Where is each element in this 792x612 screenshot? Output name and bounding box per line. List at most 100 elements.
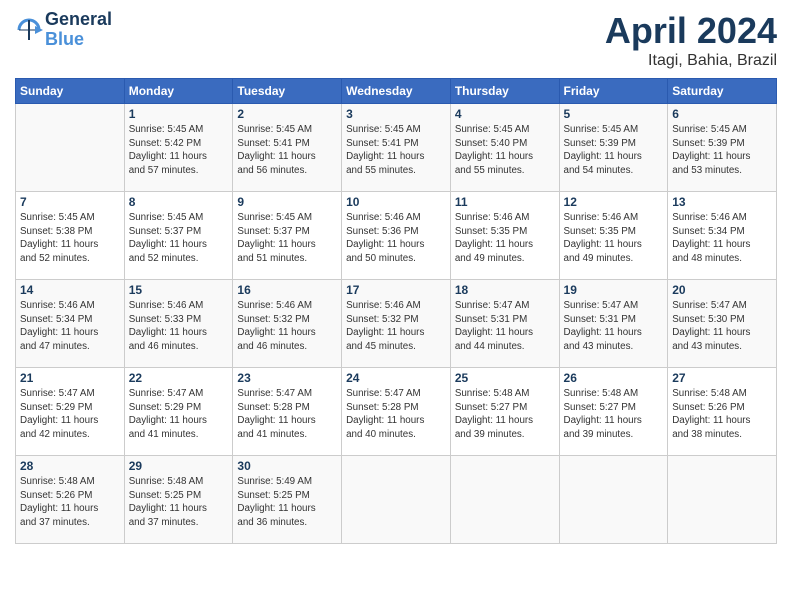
info-line-3: and 37 minutes. <box>129 517 199 528</box>
info-line-1: Sunset: 5:30 PM <box>672 314 744 325</box>
page-subtitle: Itagi, Bahia, Brazil <box>605 52 777 70</box>
day-info: Sunrise: 5:47 AMSunset: 5:31 PMDaylight:… <box>564 299 664 354</box>
calendar-table: Sunday Monday Tuesday Wednesday Thursday… <box>15 78 777 544</box>
info-line-3: and 44 minutes. <box>455 341 525 352</box>
day-info: Sunrise: 5:47 AMSunset: 5:29 PMDaylight:… <box>129 387 229 442</box>
info-line-1: Sunset: 5:25 PM <box>129 490 201 501</box>
info-line-0: Sunrise: 5:45 AM <box>237 212 312 223</box>
day-info: Sunrise: 5:47 AMSunset: 5:31 PMDaylight:… <box>455 299 555 354</box>
info-line-1: Sunset: 5:40 PM <box>455 138 527 149</box>
day-info: Sunrise: 5:45 AMSunset: 5:38 PMDaylight:… <box>20 211 120 266</box>
info-line-0: Sunrise: 5:45 AM <box>237 124 312 135</box>
day-number: 18 <box>455 283 555 297</box>
info-line-3: and 49 minutes. <box>564 253 634 264</box>
day-info: Sunrise: 5:45 AMSunset: 5:37 PMDaylight:… <box>129 211 229 266</box>
day-info: Sunrise: 5:46 AMSunset: 5:34 PMDaylight:… <box>20 299 120 354</box>
info-line-3: and 55 minutes. <box>346 165 416 176</box>
info-line-3: and 53 minutes. <box>672 165 742 176</box>
logo-text: General Blue <box>45 10 112 50</box>
info-line-2: Daylight: 11 hours <box>564 415 642 426</box>
info-line-3: and 51 minutes. <box>237 253 307 264</box>
info-line-0: Sunrise: 5:47 AM <box>455 300 530 311</box>
col-sunday: Sunday <box>16 79 125 104</box>
cell-w4-d5: 26 Sunrise: 5:48 AMSunset: 5:27 PMDayligh… <box>559 368 668 456</box>
day-info: Sunrise: 5:45 AMSunset: 5:41 PMDaylight:… <box>346 123 446 178</box>
day-number: 16 <box>237 283 337 297</box>
info-line-2: Daylight: 11 hours <box>346 239 424 250</box>
col-tuesday: Tuesday <box>233 79 342 104</box>
info-line-2: Daylight: 11 hours <box>564 239 642 250</box>
day-info: Sunrise: 5:47 AMSunset: 5:30 PMDaylight:… <box>672 299 772 354</box>
info-line-2: Daylight: 11 hours <box>237 503 315 514</box>
day-number: 13 <box>672 195 772 209</box>
page-title: April 2024 <box>605 10 777 52</box>
info-line-2: Daylight: 11 hours <box>346 415 424 426</box>
day-number: 9 <box>237 195 337 209</box>
info-line-0: Sunrise: 5:45 AM <box>129 212 204 223</box>
cell-w5-d2: 30Sunrise: 5:49 AMSunset: 5:25 PMDayligh… <box>233 456 342 544</box>
info-line-2: Daylight: 11 hours <box>346 327 424 338</box>
info-line-3: and 39 minutes. <box>564 429 634 440</box>
info-line-0: Sunrise: 5:45 AM <box>346 124 421 135</box>
day-number: 14 <box>20 283 120 297</box>
info-line-1: Sunset: 5:42 PM <box>129 138 201 149</box>
day-info: Sunrise: 5:46 AMSunset: 5:35 PMDaylight:… <box>455 211 555 266</box>
cell-w1-d0 <box>16 104 125 192</box>
day-info: Sunrise: 5:47 AMSunset: 5:28 PMDaylight:… <box>237 387 337 442</box>
cell-w3-d2: 16Sunrise: 5:46 AMSunset: 5:32 PMDayligh… <box>233 280 342 368</box>
title-section: April 2024 Itagi, Bahia, Brazil <box>605 10 777 70</box>
cell-w1-d6: 6Sunrise: 5:45 AMSunset: 5:39 PMDaylight… <box>668 104 777 192</box>
day-number: 4 <box>455 107 555 121</box>
day-info: Sunrise: 5:46 AMSunset: 5:36 PMDaylight:… <box>346 211 446 266</box>
day-info: Sunrise: 5:45 AMSunset: 5:39 PMDaylight:… <box>564 123 664 178</box>
day-number: 26 <box>564 371 664 385</box>
header-row: Sunday Monday Tuesday Wednesday Thursday… <box>16 79 777 104</box>
day-info: Sunrise: 5:45 AMSunset: 5:42 PMDaylight:… <box>129 123 229 178</box>
info-line-1: Sunset: 5:35 PM <box>455 226 527 237</box>
info-line-0: Sunrise: 5:45 AM <box>672 124 747 135</box>
info-line-3: and 56 minutes. <box>237 165 307 176</box>
day-number: 19 <box>564 283 664 297</box>
day-info: Sunrise: 5:47 AMSunset: 5:28 PMDaylight:… <box>346 387 446 442</box>
info-line-2: Daylight: 11 hours <box>455 327 533 338</box>
cell-w4-d6: 27Sunrise: 5:48 AMSunset: 5:26 PMDayligh… <box>668 368 777 456</box>
info-line-0: Sunrise: 5:46 AM <box>237 300 312 311</box>
info-line-2: Daylight: 11 hours <box>129 239 207 250</box>
cell-w4-d0: 21Sunrise: 5:47 AMSunset: 5:29 PMDayligh… <box>16 368 125 456</box>
cell-w3-d4: 18 Sunrise: 5:47 AMSunset: 5:31 PMDayligh… <box>450 280 559 368</box>
cell-w2-d6: 13Sunrise: 5:46 AMSunset: 5:34 PMDayligh… <box>668 192 777 280</box>
info-line-1: Sunset: 5:32 PM <box>237 314 309 325</box>
cell-w5-d4 <box>450 456 559 544</box>
info-line-2: Daylight: 11 hours <box>129 503 207 514</box>
cell-w4-d1: 22 Sunrise: 5:47 AMSunset: 5:29 PMDayligh… <box>124 368 233 456</box>
day-number: 25 <box>455 371 555 385</box>
day-number: 23 <box>237 371 337 385</box>
info-line-1: Sunset: 5:26 PM <box>20 490 92 501</box>
info-line-3: and 47 minutes. <box>20 341 90 352</box>
day-number: 2 <box>237 107 337 121</box>
info-line-0: Sunrise: 5:46 AM <box>346 212 421 223</box>
info-line-2: Daylight: 11 hours <box>672 327 750 338</box>
day-number: 28 <box>20 459 120 473</box>
day-info: Sunrise: 5:46 AMSunset: 5:32 PMDaylight:… <box>237 299 337 354</box>
week-row-2: 7Sunrise: 5:45 AMSunset: 5:38 PMDaylight… <box>16 192 777 280</box>
cell-w3-d6: 20Sunrise: 5:47 AMSunset: 5:30 PMDayligh… <box>668 280 777 368</box>
day-number: 21 <box>20 371 120 385</box>
cell-w4-d2: 23 Sunrise: 5:47 AMSunset: 5:28 PMDayligh… <box>233 368 342 456</box>
info-line-1: Sunset: 5:29 PM <box>20 402 92 413</box>
cell-w5-d0: 28Sunrise: 5:48 AMSunset: 5:26 PMDayligh… <box>16 456 125 544</box>
info-line-0: Sunrise: 5:48 AM <box>672 388 747 399</box>
day-number: 22 <box>129 371 229 385</box>
col-friday: Friday <box>559 79 668 104</box>
info-line-1: Sunset: 5:37 PM <box>237 226 309 237</box>
day-info: Sunrise: 5:48 AMSunset: 5:27 PMDaylight:… <box>564 387 664 442</box>
info-line-3: and 57 minutes. <box>129 165 199 176</box>
day-info: Sunrise: 5:49 AMSunset: 5:25 PMDaylight:… <box>237 475 337 530</box>
info-line-2: Daylight: 11 hours <box>20 239 98 250</box>
day-info: Sunrise: 5:45 AMSunset: 5:40 PMDaylight:… <box>455 123 555 178</box>
info-line-1: Sunset: 5:34 PM <box>20 314 92 325</box>
info-line-0: Sunrise: 5:46 AM <box>20 300 95 311</box>
info-line-1: Sunset: 5:41 PM <box>237 138 309 149</box>
day-number: 1 <box>129 107 229 121</box>
info-line-2: Daylight: 11 hours <box>672 151 750 162</box>
